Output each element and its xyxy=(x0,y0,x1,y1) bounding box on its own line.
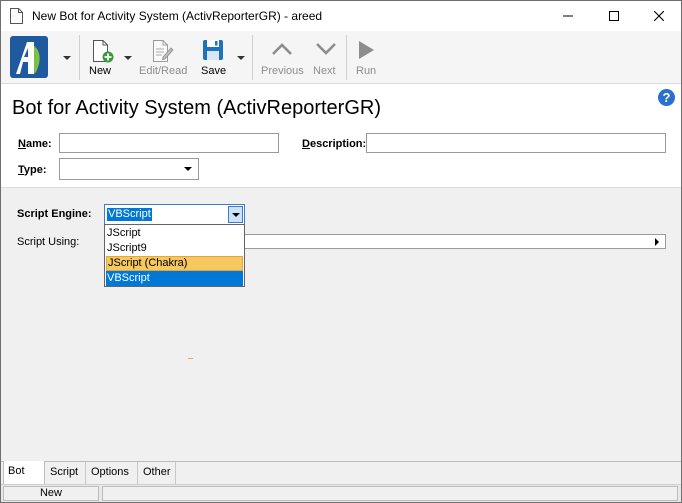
chevron-down-icon xyxy=(316,43,336,55)
play-icon xyxy=(359,41,374,59)
edit-read-button[interactable]: Edit/Read xyxy=(135,31,191,84)
save-button-label: Save xyxy=(201,65,227,77)
run-button-label: Run xyxy=(356,65,377,77)
minimize-icon xyxy=(563,15,573,17)
cursor-artifact xyxy=(188,358,193,359)
status-message xyxy=(102,486,678,501)
chevron-down-icon xyxy=(184,167,192,171)
title-bar: New Bot for Activity System (ActivReport… xyxy=(1,1,681,31)
app-window: New Bot for Activity System (ActivReport… xyxy=(0,0,682,503)
script-engine-option-jscript9[interactable]: JScript9 xyxy=(106,241,243,256)
edit-read-button-label: Edit/Read xyxy=(139,65,188,77)
script-engine-dropdown-list: JScript JScript9 JScript (Chakra) VBScri… xyxy=(104,224,245,287)
close-button[interactable] xyxy=(636,1,681,31)
expand-arrow-icon[interactable] xyxy=(655,238,659,246)
previous-button[interactable]: Previous xyxy=(257,31,307,84)
next-button-label: Next xyxy=(313,65,336,77)
previous-button-label: Previous xyxy=(261,65,304,77)
record-header: Bot for Activity System (ActivReporterGR… xyxy=(1,84,681,188)
tab-strip: Bot Script Options Other xyxy=(1,461,681,484)
tab-options[interactable]: Options xyxy=(87,462,138,484)
script-engine-option-jscript[interactable]: JScript xyxy=(106,226,243,241)
next-button[interactable]: Next xyxy=(309,31,345,84)
maximize-icon xyxy=(609,11,619,21)
help-icon[interactable]: ? xyxy=(658,89,675,106)
toolbar-separator xyxy=(79,35,80,80)
toolbar-separator xyxy=(346,35,347,80)
script-using-field[interactable] xyxy=(244,234,666,249)
toolbar-separator xyxy=(252,35,253,80)
run-button[interactable]: Run xyxy=(351,31,383,84)
new-button-label: New xyxy=(89,65,112,77)
script-engine-label: Script Engine: xyxy=(17,208,92,220)
minimize-button[interactable] xyxy=(545,1,591,31)
page-title: Bot for Activity System (ActivReporterGR… xyxy=(12,97,381,119)
description-field[interactable] xyxy=(366,133,666,153)
status-mode: New xyxy=(3,486,99,501)
app-logo-icon xyxy=(10,36,48,78)
document-icon xyxy=(10,8,23,24)
tab-other[interactable]: Other xyxy=(139,462,176,484)
toolbar: New Edit/Read Save Previous Next Run xyxy=(1,31,681,84)
chevron-down-icon xyxy=(232,213,240,217)
tab-bot[interactable]: Bot xyxy=(3,461,45,484)
new-button[interactable]: New xyxy=(85,31,133,84)
app-menu-arrow-icon xyxy=(63,56,71,60)
floppy-disk-icon xyxy=(203,40,223,60)
save-button[interactable]: Save xyxy=(197,31,245,84)
script-engine-option-jscript-chakra[interactable]: JScript (Chakra) xyxy=(106,256,243,271)
type-label: Type: xyxy=(18,164,47,176)
script-engine-combo[interactable]: VBScript xyxy=(104,204,245,225)
script-engine-option-vbscript[interactable]: VBScript xyxy=(106,271,243,286)
tab-script[interactable]: Script xyxy=(46,462,86,484)
type-select[interactable] xyxy=(59,158,199,180)
name-label: Name: xyxy=(18,138,52,150)
script-using-label: Script Using: xyxy=(17,236,80,248)
description-label: Description: xyxy=(302,138,367,150)
chevron-up-icon xyxy=(272,43,292,55)
script-engine-value: VBScript xyxy=(107,208,152,221)
status-bar: New xyxy=(1,484,681,502)
bot-tab-panel: Script Engine: Script Using: VBScript JS… xyxy=(1,188,681,461)
close-icon xyxy=(654,11,664,21)
window-title: New Bot for Activity System (ActivReport… xyxy=(32,9,323,23)
new-document-icon xyxy=(93,40,114,63)
name-field[interactable] xyxy=(59,133,279,153)
maximize-button[interactable] xyxy=(591,1,637,31)
app-menu-button[interactable] xyxy=(7,31,71,84)
edit-document-icon xyxy=(153,40,174,62)
save-dropdown-arrow-icon[interactable] xyxy=(237,56,245,60)
new-dropdown-arrow-icon[interactable] xyxy=(124,56,132,60)
script-engine-dropdown-button[interactable] xyxy=(228,206,243,223)
